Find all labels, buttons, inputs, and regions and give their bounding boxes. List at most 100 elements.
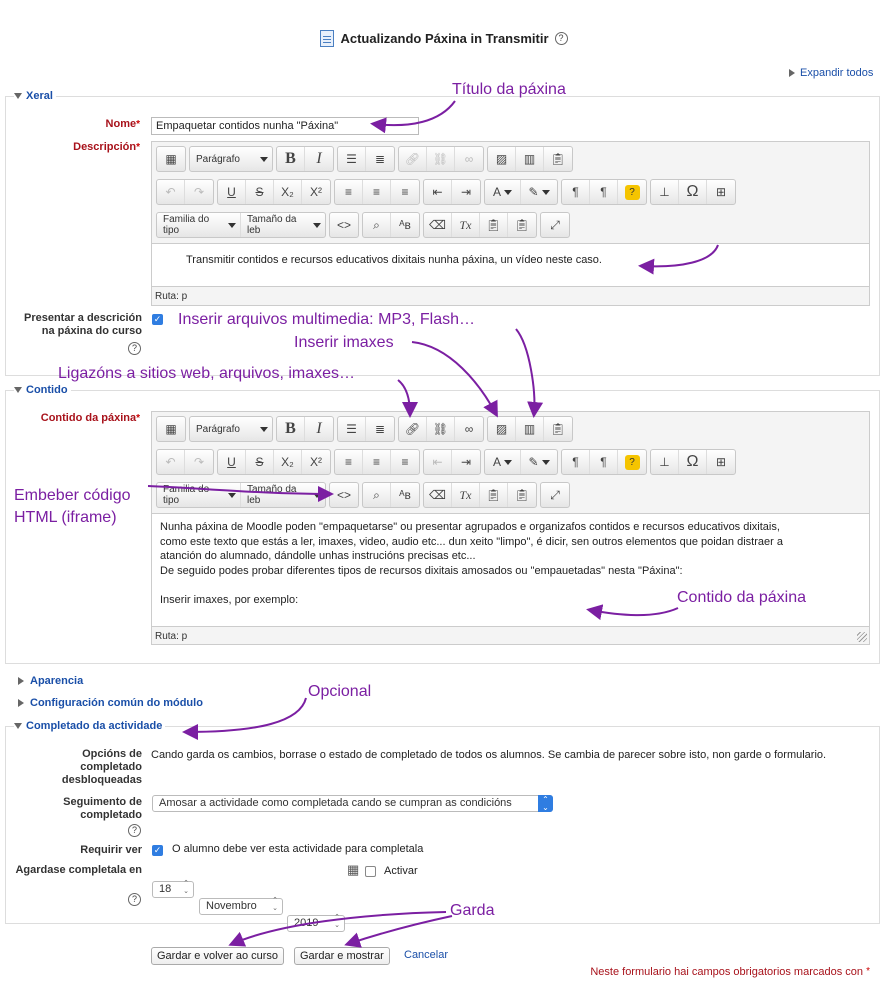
table-icon[interactable]: ⊞ xyxy=(707,180,735,204)
search-replace-icon[interactable]: ⌕ xyxy=(363,213,391,237)
undo-icon[interactable]: ↶ xyxy=(157,180,185,204)
superscript-icon[interactable]: X² xyxy=(302,180,330,204)
font-family-select[interactable]: Familia do tipo xyxy=(157,483,241,507)
paste-word-icon[interactable]: 📋︎ xyxy=(508,483,536,507)
font-family-select[interactable]: Familia do tipo xyxy=(157,213,241,237)
align-center-icon[interactable]: ≡ xyxy=(363,180,391,204)
require-view-checkbox[interactable]: ✓ xyxy=(152,845,163,856)
ltr-icon[interactable]: ¶ xyxy=(562,180,590,204)
strikethrough-icon[interactable]: S xyxy=(246,180,274,204)
paragraph-select[interactable]: Parágrafo xyxy=(190,147,272,171)
bold-icon[interactable]: B xyxy=(277,147,305,171)
align-center-icon[interactable]: ≡ xyxy=(363,450,391,474)
bold-icon[interactable]: B xyxy=(277,417,305,441)
unlink-icon[interactable]: ⛓︎ xyxy=(427,417,455,441)
cleanup-icon[interactable]: ⌫ xyxy=(424,213,452,237)
description-content[interactable]: Transmitir contidos e recursos educativo… xyxy=(152,243,869,287)
cancel-link[interactable]: Cancelar xyxy=(404,949,448,961)
paragraph-select[interactable]: Parágrafo xyxy=(190,417,272,441)
bullet-list-icon[interactable]: ☰ xyxy=(338,147,366,171)
numbered-list-icon[interactable]: ≣ xyxy=(366,417,394,441)
subscript-icon[interactable]: X₂ xyxy=(274,450,302,474)
toolbar-toggle-icon[interactable]: ▦ xyxy=(157,417,185,441)
indent-icon[interactable]: ⇥ xyxy=(452,180,480,204)
day-select[interactable]: 18 xyxy=(152,880,194,898)
underline-icon[interactable]: U xyxy=(218,180,246,204)
spellcheck-icon[interactable]: ᴬʙ xyxy=(391,213,419,237)
toolbar-toggle-icon[interactable]: ▦ xyxy=(157,147,185,171)
text-color-icon[interactable]: A xyxy=(485,180,521,204)
paste-text-icon[interactable]: 📋︎ xyxy=(480,213,508,237)
calendar-icon[interactable]: ▦ xyxy=(347,862,359,878)
legend-xeral[interactable]: Xeral xyxy=(14,90,56,102)
align-right-icon[interactable]: ≡ xyxy=(391,180,419,204)
paste-icon[interactable]: 📋︎ xyxy=(544,147,572,171)
paste-icon[interactable]: 📋︎ xyxy=(544,417,572,441)
help-icon[interactable]: ? xyxy=(128,824,141,837)
superscript-icon[interactable]: X² xyxy=(302,450,330,474)
italic-icon[interactable]: I xyxy=(305,417,333,441)
legend-completado[interactable]: Completado da actividade xyxy=(14,720,166,732)
redo-icon[interactable]: ↷ xyxy=(185,450,213,474)
font-size-select[interactable]: Tamaño da leb xyxy=(241,483,325,507)
rtl-icon[interactable]: ¶ xyxy=(590,180,618,204)
save-show-button[interactable]: Gardar e mostrar xyxy=(294,947,390,965)
search-replace-icon[interactable]: ⌕ xyxy=(363,483,391,507)
numbered-list-icon[interactable]: ≣ xyxy=(366,147,394,171)
special-char-icon[interactable]: Ω xyxy=(679,450,707,474)
manage-files-icon[interactable]: ∞ xyxy=(455,417,483,441)
accessibility-help-icon[interactable]: ? xyxy=(618,450,646,474)
accessibility-help-icon[interactable]: ? xyxy=(618,180,646,204)
anchor-icon[interactable]: ⊥ xyxy=(651,450,679,474)
special-char-icon[interactable]: Ω xyxy=(679,180,707,204)
clear-format-icon[interactable]: Tx xyxy=(452,483,480,507)
expand-all-link[interactable]: Expandir todos xyxy=(789,67,873,79)
manage-files-icon[interactable]: ∞ xyxy=(455,147,483,171)
resize-handle[interactable] xyxy=(857,632,867,642)
text-color-icon[interactable]: A xyxy=(485,450,521,474)
outdent-icon[interactable]: ⇤ xyxy=(424,450,452,474)
font-size-select[interactable]: Tamaño da leb xyxy=(241,213,325,237)
link-icon[interactable]: 🔗︎ xyxy=(399,417,427,441)
html-source-icon[interactable]: <> xyxy=(330,483,358,507)
cleanup-icon[interactable]: ⌫ xyxy=(424,483,452,507)
fullscreen-icon[interactable]: ⤢ xyxy=(541,483,569,507)
help-icon[interactable]: ? xyxy=(128,893,141,906)
paste-word-icon[interactable]: 📋︎ xyxy=(508,213,536,237)
media-icon[interactable]: ▥ xyxy=(516,147,544,171)
help-icon[interactable]: ? xyxy=(128,342,141,355)
enable-checkbox[interactable] xyxy=(365,866,376,877)
redo-icon[interactable]: ↷ xyxy=(185,180,213,204)
save-return-button[interactable]: Gardar e volver ao curso xyxy=(151,947,285,965)
month-select[interactable]: Novembro xyxy=(199,897,283,915)
tracking-select[interactable]: Amosar a actividade como completada cand… xyxy=(152,795,553,812)
fullscreen-icon[interactable]: ⤢ xyxy=(541,213,569,237)
media-icon[interactable]: ▥ xyxy=(516,417,544,441)
align-left-icon[interactable]: ≡ xyxy=(335,450,363,474)
spellcheck-icon[interactable]: ᴬʙ xyxy=(391,483,419,507)
ltr-icon[interactable]: ¶ xyxy=(562,450,590,474)
html-source-icon[interactable]: <> xyxy=(330,213,358,237)
table-icon[interactable]: ⊞ xyxy=(707,450,735,474)
align-left-icon[interactable]: ≡ xyxy=(335,180,363,204)
indent-icon[interactable]: ⇥ xyxy=(452,450,480,474)
image-icon[interactable]: ▨ xyxy=(488,147,516,171)
paste-text-icon[interactable]: 📋︎ xyxy=(480,483,508,507)
section-aparencia[interactable]: Aparencia xyxy=(18,675,83,687)
bullet-list-icon[interactable]: ☰ xyxy=(338,417,366,441)
content-area[interactable]: Nunha páxina de Moodle poden "empaquetar… xyxy=(152,513,869,627)
strikethrough-icon[interactable]: S xyxy=(246,450,274,474)
subscript-icon[interactable]: X₂ xyxy=(274,180,302,204)
underline-icon[interactable]: U xyxy=(218,450,246,474)
background-color-icon[interactable]: ✎ xyxy=(521,180,557,204)
help-icon[interactable]: ? xyxy=(554,32,568,45)
background-color-icon[interactable]: ✎ xyxy=(521,450,557,474)
italic-icon[interactable]: I xyxy=(305,147,333,171)
unlink-icon[interactable]: ⛓︎ xyxy=(427,147,455,171)
rtl-icon[interactable]: ¶ xyxy=(590,450,618,474)
anchor-icon[interactable]: ⊥ xyxy=(651,180,679,204)
section-config[interactable]: Configuración común do módulo xyxy=(18,697,203,709)
undo-icon[interactable]: ↶ xyxy=(157,450,185,474)
clear-format-icon[interactable]: Tx xyxy=(452,213,480,237)
outdent-icon[interactable]: ⇤ xyxy=(424,180,452,204)
